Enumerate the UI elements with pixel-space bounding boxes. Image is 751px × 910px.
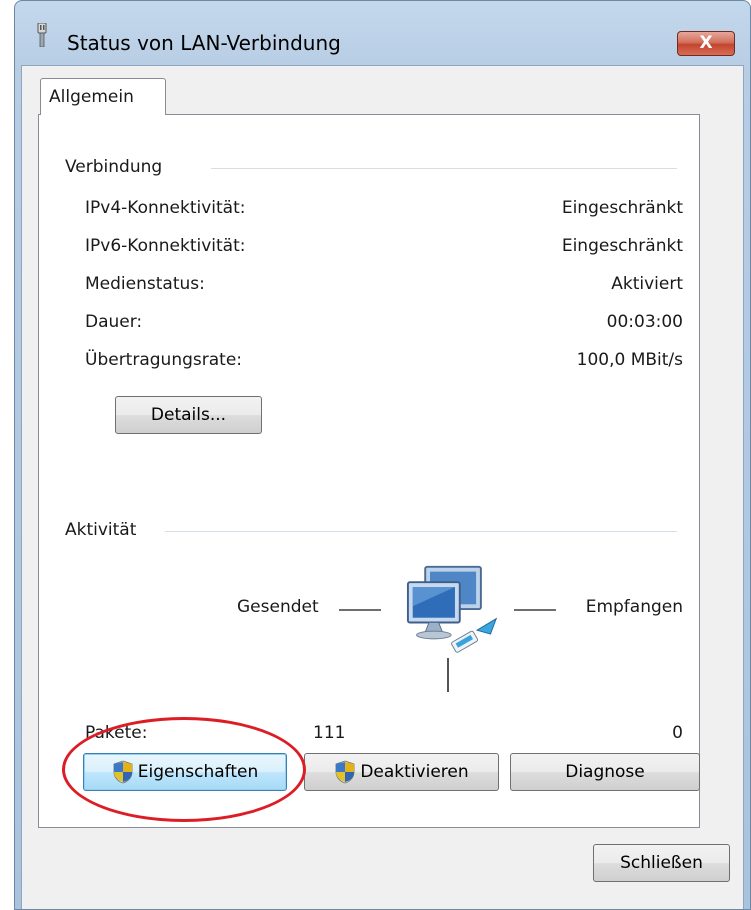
sent-label: Gesendet — [237, 597, 319, 617]
ipv4-label: IPv4-Konnektivität: — [85, 198, 246, 218]
connection-group-divider — [211, 168, 677, 169]
received-connector-line — [514, 609, 556, 611]
dialog-window: Status von LAN-Verbindung X Allgemein Ve… — [14, 0, 751, 910]
packets-divider — [447, 658, 449, 692]
diagnose-button[interactable]: Diagnose — [510, 753, 700, 791]
duration-value: 00:03:00 — [606, 312, 683, 332]
received-label: Empfangen — [585, 597, 683, 617]
tab-allgemein[interactable]: Allgemein — [40, 78, 166, 115]
activity-group-divider — [165, 531, 677, 532]
title-bar[interactable]: Status von LAN-Verbindung X — [15, 1, 750, 65]
tab-panel-allgemein: Verbindung IPv4-Konnektivität: Eingeschr… — [38, 114, 700, 828]
ipv6-label: IPv6-Konnektivität: — [85, 236, 246, 256]
sent-connector-line — [339, 609, 381, 611]
details-button[interactable]: Details... — [115, 396, 262, 434]
uac-shield-icon — [335, 760, 355, 784]
packets-received-value: 0 — [672, 723, 683, 743]
activity-group-heading: Aktivität — [65, 520, 137, 540]
close-window-button[interactable]: X — [677, 31, 735, 56]
properties-button-label: Eigenschaften — [137, 762, 259, 782]
window-title: Status von LAN-Verbindung — [67, 31, 341, 55]
deactivate-button-label: Deaktivieren — [360, 762, 469, 782]
media-status-value: Aktiviert — [611, 274, 683, 294]
close-button[interactable]: Schließen — [593, 844, 730, 882]
ipv6-value: Eingeschränkt — [561, 236, 683, 256]
packets-sent-value: 111 — [313, 723, 346, 743]
packets-label: Pakete: — [85, 723, 148, 743]
properties-button[interactable]: Eigenschaften — [83, 753, 287, 791]
ipv4-value: Eingeschränkt — [561, 198, 683, 218]
media-status-label: Medienstatus: — [85, 274, 205, 294]
transfer-rate-value: 100,0 MBit/s — [576, 350, 683, 370]
duration-label: Dauer: — [85, 312, 143, 332]
uac-shield-icon — [113, 760, 133, 784]
dialog-client-area: Allgemein Verbindung IPv4-Konnektivität:… — [21, 65, 744, 909]
connection-group-heading: Verbindung — [65, 157, 163, 177]
transfer-rate-label: Übertragungsrate: — [85, 350, 243, 370]
network-computers-icon — [406, 565, 498, 653]
deactivate-button[interactable]: Deaktivieren — [304, 753, 499, 791]
network-plug-icon — [37, 23, 47, 47]
